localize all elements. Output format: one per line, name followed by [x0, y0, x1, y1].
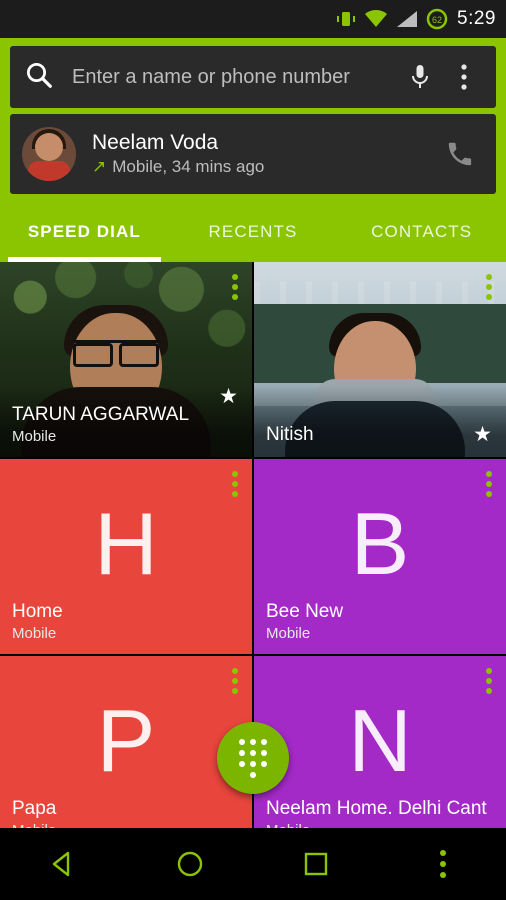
recent-call-detail-row: ↗ Mobile, 34 mins ago [92, 156, 438, 178]
recent-call-detail: Mobile, 34 mins ago [112, 157, 265, 176]
recents-square-icon[interactable] [284, 840, 348, 888]
tile-overflow-icon[interactable] [482, 664, 496, 698]
dialpad-fab-button[interactable] [217, 722, 289, 794]
system-navigation-bar [0, 828, 506, 900]
home-circle-icon[interactable] [158, 840, 222, 888]
search-bar-container: Enter a name or phone number [0, 38, 506, 114]
dialpad-icon [239, 738, 267, 778]
search-bar[interactable]: Enter a name or phone number [10, 46, 496, 108]
tile-overflow-icon[interactable] [228, 467, 242, 501]
tile-name: TARUN AGGARWAL [12, 404, 190, 425]
tile-subtitle: Mobile [12, 625, 57, 642]
svg-text:62: 62 [432, 15, 442, 25]
recent-call-card-container: Neelam Voda ↗ Mobile, 34 mins ago [0, 114, 506, 202]
tab-recents[interactable]: RECENTS [169, 202, 338, 262]
tab-contacts[interactable]: CONTACTS [337, 202, 506, 262]
recent-call-card[interactable]: Neelam Voda ↗ Mobile, 34 mins ago [10, 114, 496, 194]
tile-subtitle: Mobile [266, 625, 311, 642]
tile-overflow-icon[interactable] [228, 270, 242, 304]
microphone-icon[interactable] [398, 64, 442, 90]
tab-bar: SPEED DIAL RECENTS CONTACTS [0, 202, 506, 262]
status-time: 5:29 [457, 8, 496, 29]
tile-overflow-icon[interactable] [482, 467, 496, 501]
favorite-star-icon: ★ [473, 423, 492, 446]
tile-name: Neelam Home. Delhi Cant [266, 798, 487, 819]
wifi-icon [364, 9, 388, 29]
speed-dial-tile-neelam-home[interactable]: N Neelam Home. Delhi Cant Mobile [254, 656, 506, 851]
tile-name: Papa [12, 798, 57, 819]
tile-name: Home [12, 601, 63, 622]
avatar [22, 127, 76, 181]
tab-speed-dial[interactable]: SPEED DIAL [0, 202, 169, 262]
speed-dial-tile-tarun-aggarwal[interactable]: TARUN AGGARWAL Mobile ★ [0, 262, 252, 457]
speed-dial-tile-bee-new[interactable]: B Bee New Mobile [254, 459, 506, 654]
signal-icon [395, 9, 419, 29]
favorite-star-icon: ★ [219, 385, 238, 408]
outgoing-call-arrow-icon: ↗ [92, 157, 107, 176]
tile-label: Bee New Mobile [266, 600, 343, 644]
speed-dial-tile-home[interactable]: H Home Mobile [0, 459, 252, 654]
tile-name: Nitish [266, 424, 314, 445]
tile-label: Home Mobile [12, 600, 63, 644]
speed-dial-tile-nitish[interactable]: Nitish ★ [254, 262, 506, 457]
recent-call-name: Neelam Voda [92, 131, 219, 154]
tile-label: Nitish [266, 423, 314, 447]
search-icon [24, 60, 54, 95]
battery-icon: 62 [426, 8, 448, 30]
speed-dial-tile-papa[interactable]: P Papa Mobile [0, 656, 252, 851]
recent-call-info: Neelam Voda ↗ Mobile, 34 mins ago [76, 130, 438, 178]
status-bar: 62 5:29 [0, 0, 506, 38]
overflow-menu-icon[interactable] [442, 64, 486, 90]
search-input[interactable]: Enter a name or phone number [54, 66, 398, 89]
tile-overflow-icon[interactable] [482, 270, 496, 304]
tile-label: TARUN AGGARWAL Mobile [12, 403, 189, 447]
tile-name: Bee New [266, 601, 344, 622]
tile-overflow-icon[interactable] [228, 664, 242, 698]
back-triangle-icon[interactable] [31, 840, 95, 888]
vibrate-icon [335, 9, 357, 29]
nav-overflow-menu-icon[interactable] [411, 840, 475, 888]
phone-icon[interactable] [438, 139, 482, 169]
dialer-app-screen: 62 5:29 Enter a name or phone number Nee… [0, 0, 506, 900]
tile-subtitle: Mobile [12, 428, 57, 445]
